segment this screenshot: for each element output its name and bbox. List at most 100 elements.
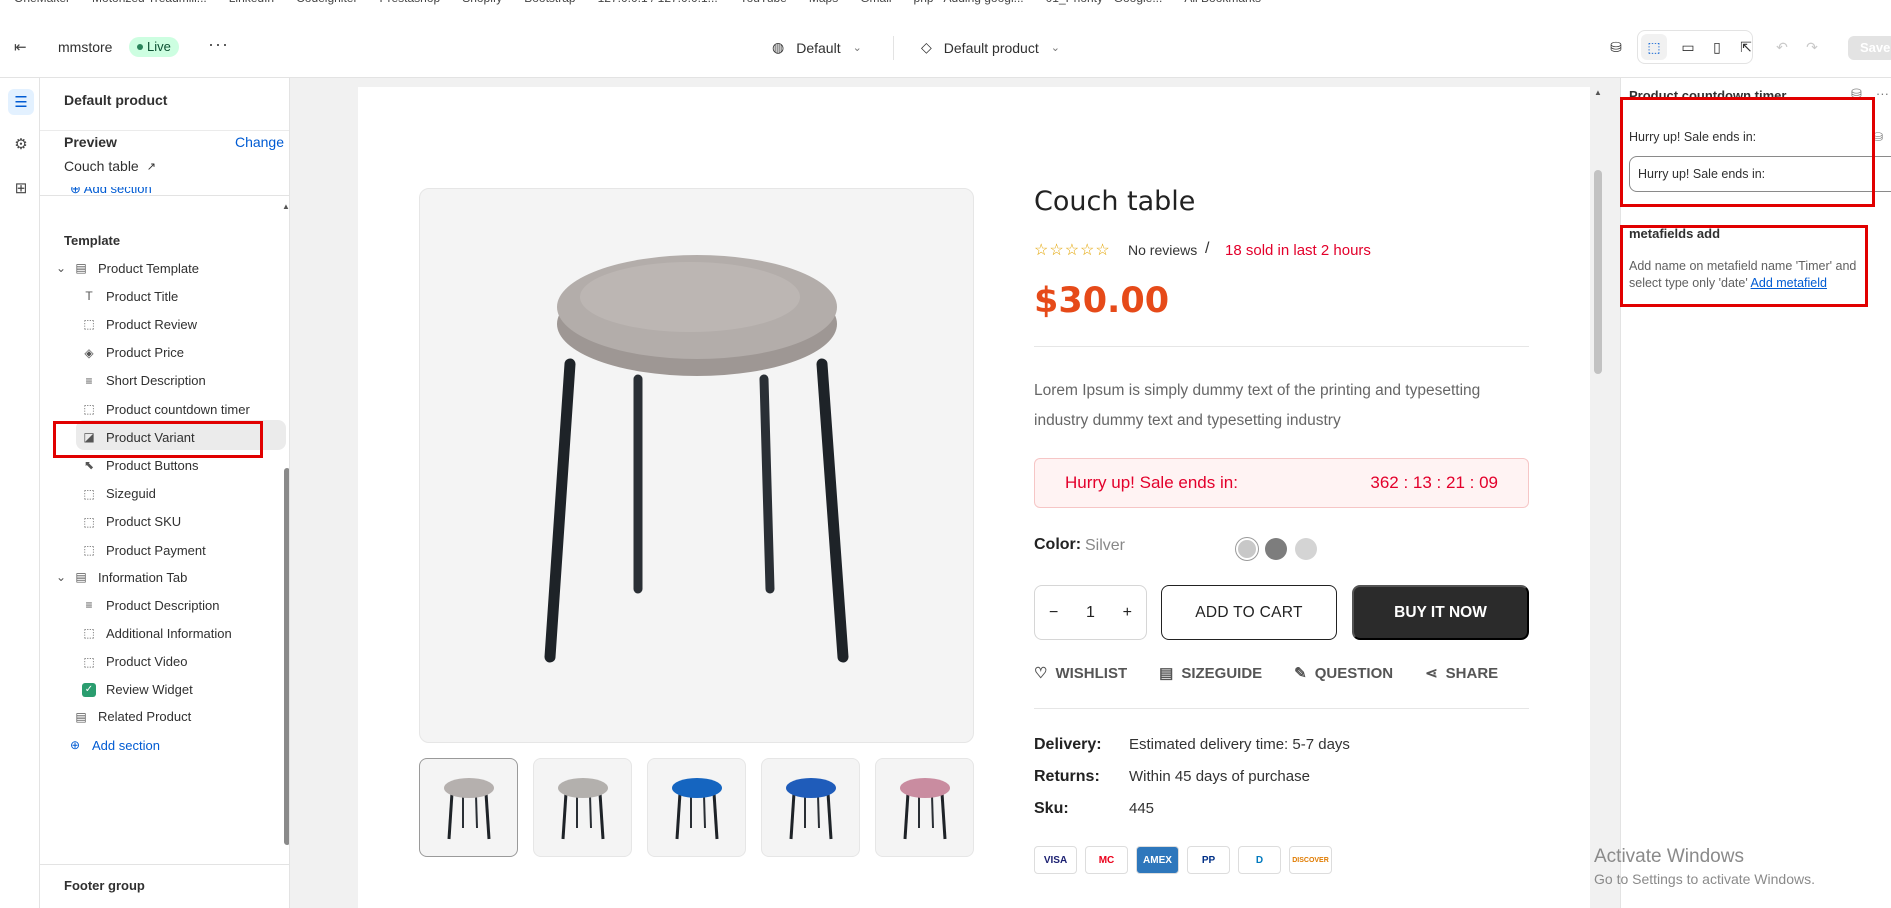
separator: / — [1205, 240, 1210, 257]
color-swatch[interactable] — [1295, 538, 1317, 560]
bookmark-item[interactable]: Prestashop — [379, 0, 440, 5]
preview-scrollbar[interactable] — [1594, 170, 1602, 374]
bookmark-item[interactable]: Motorized Treadmill... — [92, 0, 207, 5]
tree-block-item[interactable]: ⬚ Product countdown timer — [82, 395, 250, 423]
sections-icon[interactable]: ☰ — [8, 89, 34, 115]
tree-block-item[interactable]: ◈ Product Price — [82, 339, 184, 367]
preview-change-link[interactable]: Change — [235, 134, 284, 150]
product-thumbnail[interactable] — [761, 758, 860, 857]
sizeguide-action[interactable]: ▤ SIZEGUIDE — [1159, 664, 1262, 683]
payment-method-icon: DISCOVER — [1289, 846, 1332, 874]
bookmark-item[interactable]: Maps — [809, 0, 838, 5]
preview-product[interactable]: Couch table ↗ — [64, 158, 156, 174]
save-button[interactable]: Save — [1848, 36, 1891, 60]
heart-icon: ♡ — [1034, 665, 1048, 682]
tree-item-label: Information Tab — [98, 569, 188, 585]
quantity-stepper[interactable]: − 1 + — [1034, 585, 1147, 640]
product-thumbnail[interactable] — [533, 758, 632, 857]
tree-block-item[interactable]: ≡ Short Description — [82, 367, 205, 395]
divider — [40, 864, 289, 865]
color-swatch[interactable] — [1265, 538, 1287, 560]
mobile-icon[interactable]: ▯ — [1704, 34, 1730, 60]
add-to-cart-button[interactable]: ADD TO CART — [1161, 585, 1337, 640]
template-select[interactable]: ◇ Default product ⌄ — [921, 39, 1060, 56]
metafields-highlight-box — [1620, 225, 1868, 307]
tree-block-item[interactable]: ≡ Product Description — [82, 591, 219, 619]
tree-item-label: Product Title — [106, 288, 179, 304]
theme-select[interactable]: ◍ Default ⌄ — [772, 39, 862, 56]
redo-icon[interactable]: ↷ — [1799, 34, 1825, 60]
tree-block-item[interactable]: ⬚ Product Review — [82, 310, 197, 338]
tree-block-item[interactable]: ⬚ Sizeguid — [82, 480, 156, 508]
apps-icon[interactable]: ⊞ — [8, 175, 34, 201]
bookmarks-bar: OneMaker Motorized Treadmill... LinkedIn Co… — [0, 0, 1891, 10]
preview-product-label: Couch table — [64, 158, 139, 174]
document-icon: ▤ — [1159, 665, 1174, 682]
footer-group-heading: Footer group — [64, 878, 145, 893]
chevron-down-icon[interactable]: ⌄ — [54, 261, 68, 275]
payment-method-icon: D — [1238, 846, 1281, 874]
color-swatch[interactable] — [1236, 538, 1258, 560]
quantity-plus-button[interactable]: + — [1123, 604, 1132, 622]
sku-label: Sku: — [1034, 800, 1069, 817]
bookmark-item[interactable]: All Bookmarks — [1184, 0, 1261, 5]
tree-section-item[interactable]: ⌄ ▤ Information Tab — [54, 563, 187, 591]
bookmark-item[interactable]: 127.0.0.1 / 127.0.0.1... — [598, 0, 718, 5]
scroll-up-arrow-icon[interactable]: ▲ — [282, 202, 289, 211]
tree-item-label: Related Product — [98, 709, 192, 725]
more-icon[interactable]: ··· — [1876, 86, 1889, 102]
tree-block-item[interactable]: ◪ Product Variant — [82, 423, 194, 451]
bookmark-item[interactable]: Gmail — [860, 0, 891, 5]
editor-rail: ☰ ⚙ ⊞ — [0, 78, 40, 908]
returns-value: Within 45 days of purchase — [1129, 768, 1310, 785]
quantity-value[interactable]: 1 — [1086, 604, 1095, 622]
tree-block-item[interactable]: ✓ Review Widget — [82, 676, 193, 704]
tree-block-item[interactable]: ⬚ Additional Information — [82, 619, 231, 647]
stool-thumbnail-image — [443, 777, 494, 839]
bookmark-item[interactable]: Shopify — [462, 0, 502, 5]
quantity-minus-button[interactable]: − — [1049, 604, 1058, 622]
product-main-image[interactable] — [419, 188, 974, 743]
gear-icon[interactable]: ⚙ — [8, 131, 34, 157]
product-title: Couch table — [1034, 186, 1196, 217]
bookmark-item[interactable]: php - Adding googl... — [914, 0, 1024, 5]
tree-item-label: Product Review — [106, 316, 198, 332]
exit-icon[interactable]: ⇤ — [14, 38, 27, 56]
bookmark-item[interactable]: Bootstrap — [524, 0, 575, 5]
bookmark-item[interactable]: 01_Priority - Google... — [1046, 0, 1163, 5]
bookmark-item[interactable]: Codeigniter — [296, 0, 357, 5]
tree-block-item[interactable]: ⬚ Product Payment — [82, 536, 205, 564]
bookmark-item[interactable]: LinkedIn — [229, 0, 274, 5]
chevron-down-icon[interactable]: ⌄ — [54, 570, 68, 584]
product-thumbnail[interactable] — [419, 758, 518, 857]
section-sidebar: Default product Preview Change Couch tab… — [40, 78, 290, 908]
bookmark-item[interactable]: OneMaker — [14, 0, 70, 5]
ai-sidekick-icon[interactable]: ⛁ — [1603, 34, 1629, 60]
tree-item-label: Product countdown timer — [106, 401, 250, 417]
scroll-up-arrow-icon[interactable]: ▲ — [1594, 88, 1602, 97]
tree-section-item[interactable]: ⌄ ▤ Product Template — [54, 254, 199, 282]
editor-topbar: ⇤ mmstore Live ··· ◍ Default ⌄ ◇ Default… — [0, 10, 1891, 78]
tree-block-item[interactable]: ⬚ Product Video — [82, 648, 187, 676]
undo-icon[interactable]: ↶ — [1769, 34, 1795, 60]
buy-now-button[interactable]: BUY IT NOW — [1352, 585, 1529, 640]
inspector-icon[interactable]: ⬚ — [1641, 34, 1667, 60]
wishlist-action[interactable]: ♡ WISHLIST — [1034, 664, 1127, 683]
tree-block-item[interactable]: T Product Title — [82, 282, 178, 310]
question-action[interactable]: ✎ QUESTION — [1294, 664, 1393, 683]
fullscreen-icon[interactable]: ⇱ — [1733, 34, 1759, 60]
product-thumbnail[interactable] — [875, 758, 974, 857]
product-price: $30.00 — [1034, 281, 1170, 321]
product-thumbnail[interactable] — [647, 758, 746, 857]
desktop-icon[interactable]: ▭ — [1675, 34, 1701, 60]
product-description: Lorem Ipsum is simply dummy text of the … — [1034, 382, 1481, 429]
tree-section-item[interactable]: ▤ Related Product — [54, 703, 191, 731]
tree-item-label: Review Widget — [106, 682, 193, 698]
bookmark-item[interactable]: YouTube — [740, 0, 787, 5]
share-action[interactable]: ⋖ SHARE — [1425, 664, 1498, 683]
block-icon: ⬚ — [83, 543, 95, 557]
tree-block-item[interactable]: ⬚ Product SKU — [82, 508, 181, 536]
add-section-button[interactable]: ⊕ Add section — [68, 731, 160, 759]
tree-block-item[interactable]: ⬉ Product Buttons — [82, 451, 199, 479]
more-actions-icon[interactable]: ··· — [208, 34, 229, 55]
